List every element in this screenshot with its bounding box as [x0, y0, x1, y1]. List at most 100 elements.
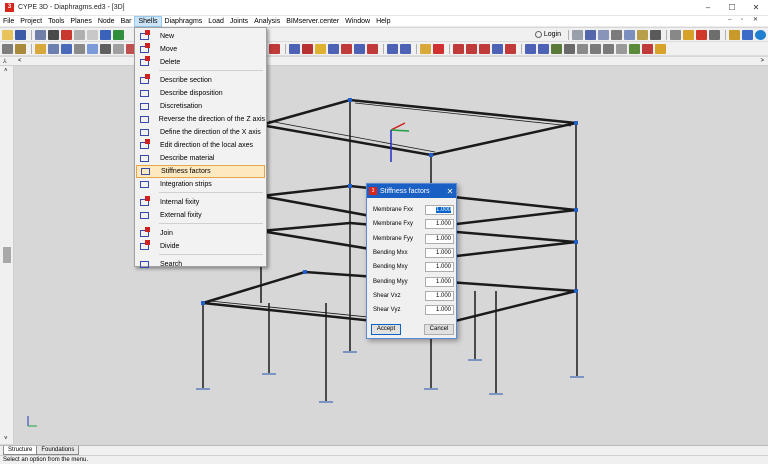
accept-button[interactable]: Accept [371, 324, 401, 335]
zoom-extents-icon[interactable] [61, 43, 72, 54]
export-icon[interactable] [683, 29, 694, 40]
zoom-in-icon[interactable] [100, 29, 111, 40]
zoom-window-icon[interactable] [48, 43, 59, 54]
open-file-icon[interactable] [2, 29, 13, 40]
spring-icon[interactable] [466, 43, 477, 54]
section-shape-icon[interactable] [354, 43, 365, 54]
stiffness-value-input[interactable]: 1.000 [425, 247, 454, 258]
stiffness-value-input[interactable]: 1.000 [425, 219, 454, 230]
undo-icon[interactable] [74, 29, 85, 40]
stiffness-value-input[interactable]: 1.000 [425, 205, 454, 215]
menu-window[interactable]: Window [342, 16, 373, 27]
load-case-icon[interactable] [433, 43, 444, 54]
dialog-close-button[interactable]: ✕ [444, 187, 456, 196]
stiffness-value-input[interactable]: 1.000 [425, 276, 454, 287]
menu-item-define-the-direction-of-the-x-axis[interactable]: Define the direction of the X axis [136, 126, 265, 139]
redo-icon[interactable] [87, 29, 98, 40]
scroll-left-icon[interactable]: < [18, 57, 22, 66]
close-button[interactable]: ✕ [744, 0, 768, 16]
bim-icon[interactable] [742, 29, 753, 40]
menu-bar-item[interactable]: Bar [118, 16, 135, 27]
menu-analysis[interactable]: Analysis [251, 16, 283, 27]
menu-item-divide[interactable]: Divide [136, 240, 265, 253]
camera-icon[interactable] [670, 29, 681, 40]
star-icon[interactable] [315, 43, 326, 54]
diagram-icon[interactable] [564, 43, 575, 54]
section-icon[interactable] [113, 43, 124, 54]
help-icon[interactable] [755, 29, 766, 40]
orbit-icon[interactable] [87, 43, 98, 54]
move-view-icon[interactable] [74, 43, 85, 54]
scroll-right-icon[interactable]: > [760, 57, 764, 66]
menu-tools[interactable]: Tools [45, 16, 67, 27]
error-icon[interactable] [642, 43, 653, 54]
menu-node[interactable]: Node [95, 16, 118, 27]
menu-item-describe-material[interactable]: Describe material [136, 152, 265, 165]
menu-file[interactable]: File [0, 16, 17, 27]
report-icon[interactable] [696, 29, 707, 40]
rotate-icon[interactable] [624, 29, 635, 40]
scroll-down-icon[interactable]: ˅ [4, 436, 8, 442]
menu-item-reverse-the-direction-of-the-z-axis[interactable]: Reverse the direction of the Z axis [136, 113, 265, 126]
wind-icon[interactable] [616, 43, 627, 54]
angle-icon[interactable] [611, 29, 622, 40]
fixity-icon[interactable] [479, 43, 490, 54]
flag-icon[interactable] [341, 43, 352, 54]
maximize-button[interactable]: ☐ [720, 0, 744, 16]
stiffness-value-input[interactable]: 1.000 [425, 233, 454, 244]
menu-item-new[interactable]: New [136, 30, 265, 43]
menu-shells[interactable]: Shells [134, 15, 162, 27]
libraries-icon[interactable] [729, 29, 740, 40]
analysis-icon[interactable] [525, 43, 536, 54]
snap-icon[interactable] [637, 29, 648, 40]
menu-item-internal-fixity[interactable]: Internal fixity [136, 196, 265, 209]
pencil-icon[interactable] [269, 43, 280, 54]
menu-project[interactable]: Project [17, 16, 45, 27]
properties-icon[interactable] [35, 29, 46, 40]
print-icon[interactable] [48, 29, 59, 40]
layers-icon[interactable] [15, 43, 26, 54]
results-icon[interactable] [538, 43, 549, 54]
lightning-icon[interactable] [367, 43, 378, 54]
stiffness-value-input[interactable]: 1.000 [425, 262, 454, 273]
stiffness-value-input[interactable]: 1.000 [425, 305, 454, 316]
minimize-button[interactable]: – [696, 0, 720, 16]
axis-toggle-icon[interactable]: ⅄ [3, 58, 12, 66]
tab-structure[interactable]: Structure [3, 446, 38, 455]
menu-item-edit-direction-of-the-local-axes[interactable]: Edit direction of the local axes [136, 139, 265, 152]
scroll-up-icon[interactable]: ˄ [4, 68, 8, 74]
settings-icon[interactable] [709, 29, 720, 40]
support-icon[interactable] [453, 43, 464, 54]
tools-icon[interactable] [650, 29, 661, 40]
load-icon[interactable] [420, 43, 431, 54]
join-bars-icon[interactable] [289, 43, 300, 54]
menu-item-join[interactable]: Join [136, 227, 265, 240]
menu-help[interactable]: Help [373, 16, 393, 27]
connection-icon[interactable] [603, 43, 614, 54]
envelope-icon[interactable] [577, 43, 588, 54]
check-icon[interactable] [629, 43, 640, 54]
login-button[interactable]: Login [534, 31, 561, 38]
grid-select-icon[interactable] [387, 43, 398, 54]
joint-icon[interactable] [505, 43, 516, 54]
menu-item-integration-strips[interactable]: Integration strips [136, 178, 265, 191]
split-bars-icon[interactable] [302, 43, 313, 54]
menu-bimserver[interactable]: BIMserver.center [283, 16, 342, 27]
pan-icon[interactable] [35, 43, 46, 54]
release-icon[interactable] [492, 43, 503, 54]
menu-load[interactable]: Load [205, 16, 227, 27]
menu-joints[interactable]: Joints [227, 16, 251, 27]
menu-item-discretisation[interactable]: Discretisation [136, 100, 265, 113]
vertical-scrollbar[interactable]: ˄ ˅ [0, 66, 14, 444]
menu-diaphragms[interactable]: Diaphragms [162, 16, 206, 27]
zoom-icon[interactable] [113, 29, 124, 40]
describe-bar-icon[interactable] [328, 43, 339, 54]
scrollbar-thumb[interactable] [3, 247, 11, 263]
view-scroll-bar[interactable]: < > [0, 57, 768, 66]
deformed-icon[interactable] [551, 43, 562, 54]
menu-item-external-fixity[interactable]: External fixity [136, 209, 265, 222]
section-check-icon[interactable] [590, 43, 601, 54]
tab-foundations[interactable]: Foundations [36, 446, 80, 455]
menu-item-move[interactable]: Move [136, 43, 265, 56]
menu-item-delete[interactable]: Delete [136, 56, 265, 69]
